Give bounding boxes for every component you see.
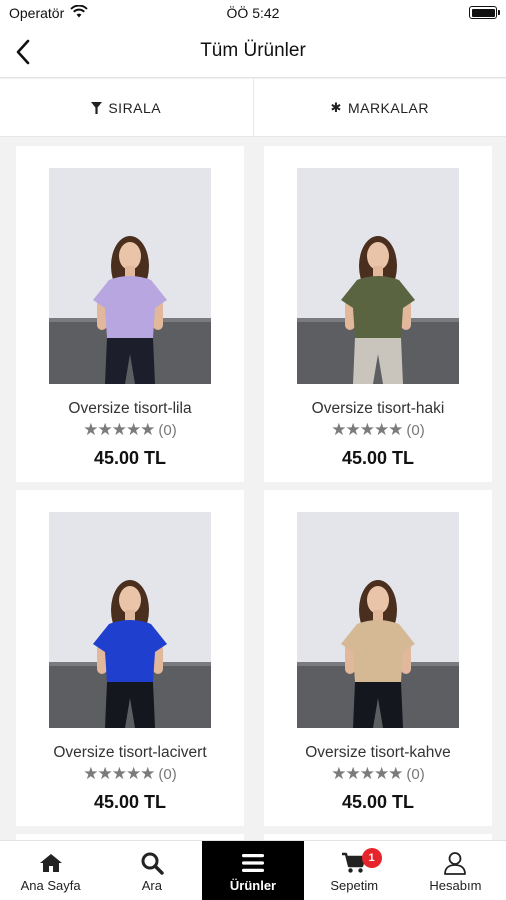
battery-icon — [469, 6, 500, 19]
home-icon — [39, 851, 63, 875]
product-price: 45.00 TL — [93, 792, 167, 812]
bottom-tab-bar: Ana Sayfa Ara Ürünler 1 Sepetim Hesabım — [0, 840, 506, 900]
page-title: Tüm Ürünler — [200, 40, 306, 61]
review-count: (0) — [406, 765, 425, 783]
nav-header: Tüm Ürünler — [0, 26, 506, 78]
user-icon — [443, 851, 467, 875]
product-name: Oversize tisort-kahve — [305, 744, 451, 761]
product-image — [49, 512, 211, 728]
product-image — [297, 168, 459, 384]
tab-home-label: Ana Sayfa — [20, 878, 81, 893]
product-card[interactable]: Oversize tisort-lila ★★★★★ (0) 45.00 TL — [16, 146, 244, 482]
tab-products[interactable]: Ürünler — [202, 841, 304, 900]
brands-button[interactable]: ✱ MARKALAR — [252, 79, 506, 136]
tab-search[interactable]: Ara — [101, 841, 202, 900]
product-card[interactable]: Oversize tisort-haki ★★★★★ (0) 45.00 TL — [264, 146, 492, 482]
tab-search-label: Ara — [141, 878, 162, 893]
product-image — [49, 168, 211, 384]
star-rating-icon: ★★★★★ — [331, 420, 403, 439]
product-rating: ★★★★★ (0) — [16, 420, 244, 440]
tab-cart[interactable]: 1 Sepetim — [304, 841, 405, 900]
review-count: (0) — [158, 765, 177, 783]
review-count: (0) — [158, 421, 177, 439]
product-rating: ★★★★★ (0) — [264, 764, 492, 784]
brands-label: MARKALAR — [347, 99, 429, 116]
menu-icon — [242, 851, 264, 875]
search-icon — [140, 851, 164, 875]
asterisk-icon: ✱ — [330, 99, 342, 115]
filter-icon — [91, 101, 103, 114]
filter-bar: SIRALA ✱ MARKALAR — [0, 79, 506, 137]
product-name: Oversize tisort-lacivert — [53, 744, 207, 761]
product-card[interactable]: Oversize tisort-lacivert ★★★★★ (0) 45.00… — [16, 490, 244, 826]
status-bar: Operatör ÖÖ 5:42 — [0, 0, 506, 26]
tab-products-label: Ürünler — [229, 878, 277, 893]
sort-label: SIRALA — [108, 99, 162, 116]
product-card[interactable]: Oversize tisort-kahve ★★★★★ (0) 45.00 TL — [264, 490, 492, 826]
star-rating-icon: ★★★★★ — [83, 420, 155, 439]
star-rating-icon: ★★★★★ — [331, 764, 403, 783]
review-count: (0) — [406, 421, 425, 439]
star-rating-icon: ★★★★★ — [83, 764, 155, 783]
tab-home[interactable]: Ana Sayfa — [0, 841, 101, 900]
tab-account-label: Hesabım — [429, 878, 482, 893]
product-name: Oversize tisort-lila — [68, 400, 192, 417]
product-rating: ★★★★★ (0) — [264, 420, 492, 440]
status-time: ÖÖ 5:42 — [226, 5, 280, 21]
tab-cart-label: Sepetim — [330, 878, 379, 893]
cart-badge: 1 — [361, 848, 382, 868]
tab-account[interactable]: Hesabım — [405, 841, 506, 900]
product-price: 45.00 TL — [93, 448, 167, 468]
product-price: 45.00 TL — [341, 792, 415, 812]
sort-button[interactable]: SIRALA — [0, 79, 253, 136]
product-price: 45.00 TL — [341, 448, 415, 468]
product-rating: ★★★★★ (0) — [16, 764, 244, 784]
product-image — [297, 512, 459, 728]
product-name: Oversize tisort-haki — [311, 400, 445, 417]
product-grid: Oversize tisort-lila ★★★★★ (0) 45.00 TL … — [16, 146, 492, 846]
